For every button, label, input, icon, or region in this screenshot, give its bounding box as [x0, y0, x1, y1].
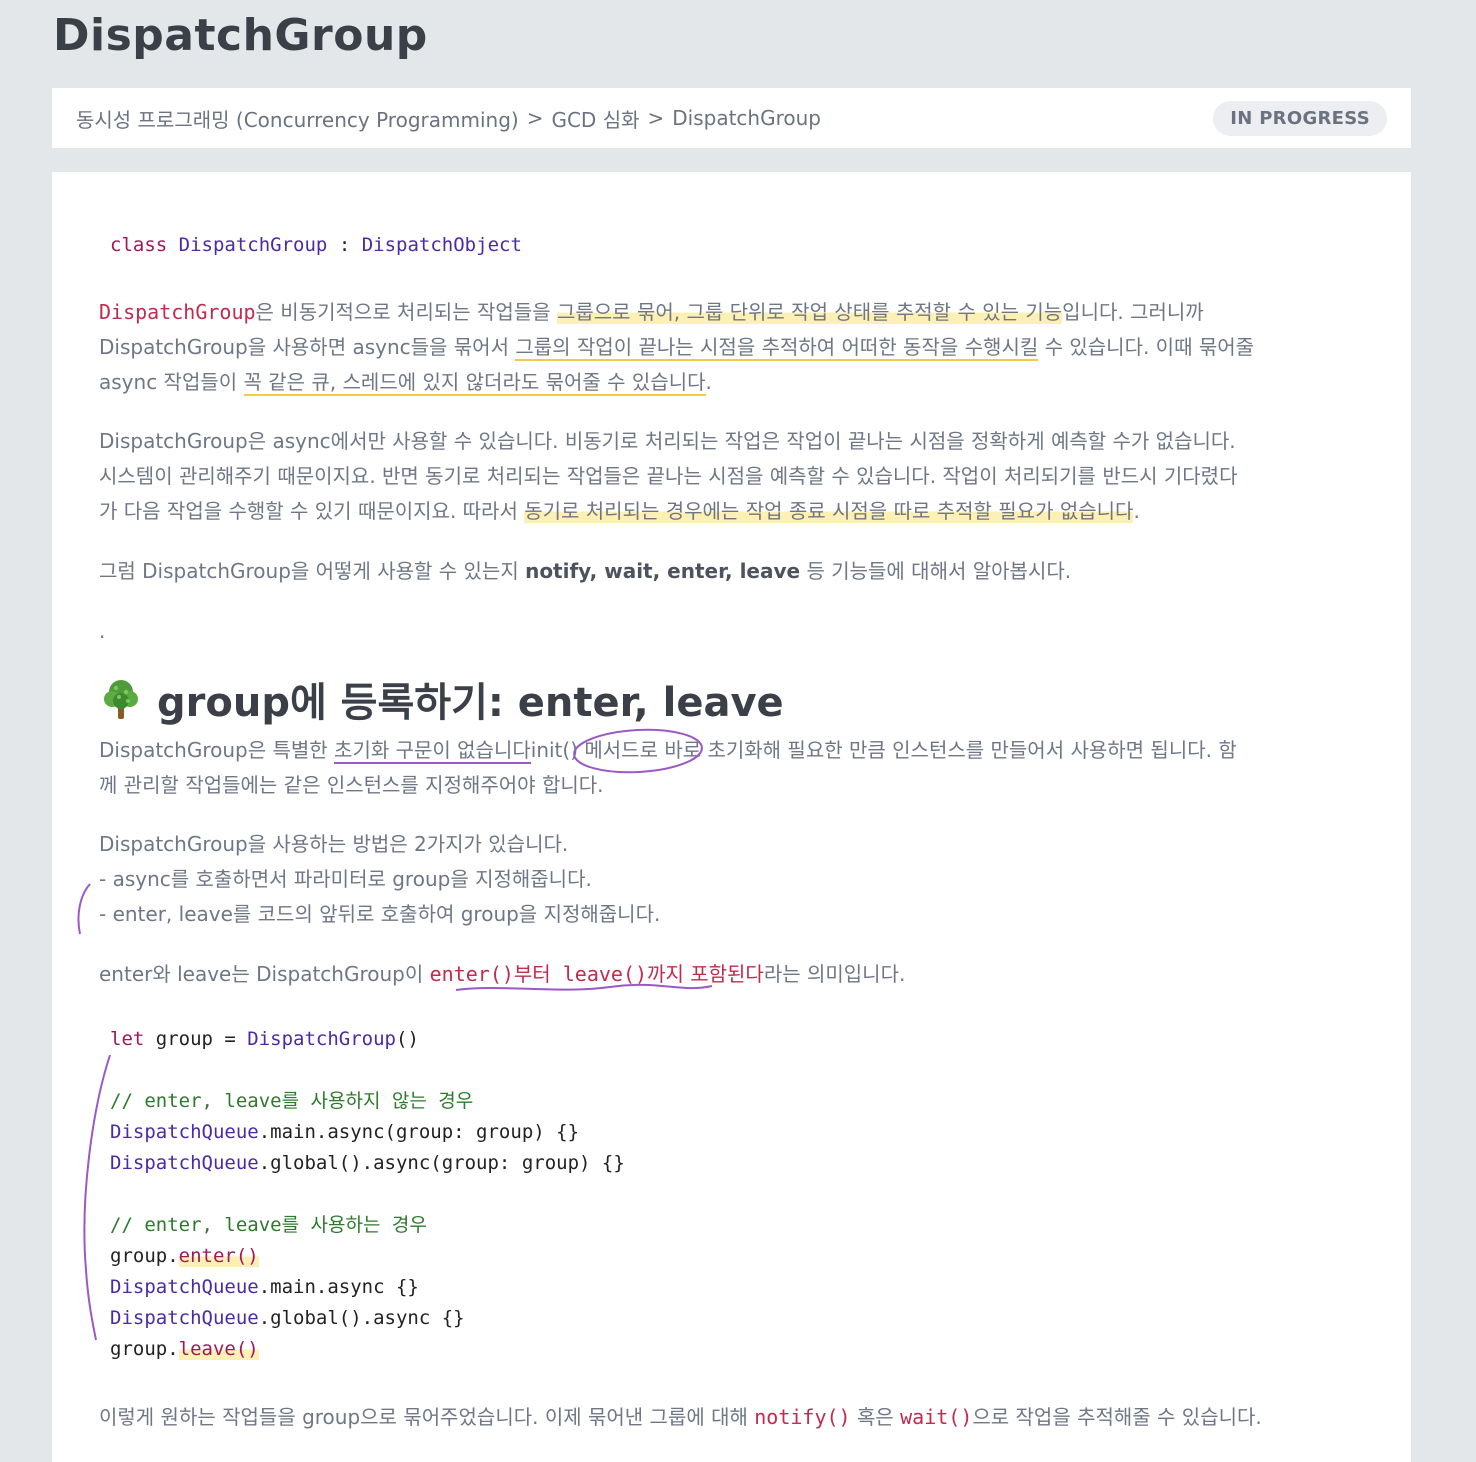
text: enter와 leave는 DispatchGroup이 [99, 962, 430, 986]
async-paragraph: DispatchGroup은 async에서만 사용할 수 있습니다. 비동기로… [99, 424, 1369, 529]
code-type: DispatchQueue [110, 1121, 259, 1143]
code-line: DispatchQueue.global().async(group: grou… [110, 1148, 625, 1179]
inline-code: notify() [754, 1405, 851, 1429]
declaration-code: class DispatchGroup : DispatchObject [99, 230, 522, 261]
intro-line-1: DispatchGroup은 비동기적으로 처리되는 작업들을 그룹으로 묶어,… [99, 295, 1369, 330]
functions-paragraph: 그럼 DispatchGroup을 어떻게 사용할 수 있는지 notify, … [99, 554, 1369, 589]
code-line: DispatchQueue.global().async {} [110, 1303, 625, 1334]
text: 라는 의미입니다. [763, 962, 906, 986]
code-text: group. [110, 1245, 179, 1267]
section-heading-text: group에 등록하기: enter, leave [157, 680, 784, 726]
highlight: leave() [178, 1338, 259, 1360]
code-keyword: class [110, 234, 168, 256]
code-text: group = [144, 1028, 248, 1050]
breadcrumb-item-gcd[interactable]: GCD 심화 [551, 104, 639, 133]
code-text: .global().async {} [258, 1307, 465, 1329]
highlight: 동기로 처리되는 경우에는 작업 종료 시점을 따로 추적할 필요가 없습니다 [524, 499, 1134, 523]
tree-icon [104, 680, 138, 719]
underline: 초기화 구문이 없습니다 [334, 738, 531, 764]
intro-paragraph: DispatchGroup은 비동기적으로 처리되는 작업들을 그룹으로 묶어,… [99, 295, 1369, 400]
code-colon: : [338, 234, 351, 256]
methods-paragraph: DispatchGroup을 사용하는 방법은 2가지가 있습니다. - asy… [99, 827, 1369, 932]
para2-line-2: 시스템이 관리해주기 때문이지요. 반면 동기로 처리되는 작업들은 끝나는 시… [99, 464, 1238, 488]
code-line: DispatchQueue.main.async {} [110, 1272, 625, 1303]
init-paragraph: DispatchGroup은 특별한 초기화 구문이 없습니다init() 메서… [99, 733, 1369, 803]
intro-line-3: async 작업들이 꼭 같은 큐, 스레드에 있지 않더라도 묶어줄 수 있습… [99, 365, 1369, 400]
spacer-dot: . [99, 619, 106, 643]
text: async 작업들이 [99, 370, 244, 394]
underline: 그룹의 작업이 끝나는 시점을 추적하여 어떠한 동작을 수행시킬 [515, 335, 1039, 361]
highlight: enter() [178, 1245, 259, 1267]
breadcrumb-bar: 동시성 프로그래밍 (Concurrency Programming) > GC… [52, 88, 1411, 148]
highlight: 그룹으로 묶어, 그룹 단위로 작업 상태를 추적할 수 있는 기능 [556, 300, 1063, 324]
code-type: DispatchQueue [110, 1152, 259, 1174]
code-type: DispatchGroup [247, 1028, 396, 1050]
code-comment: // enter, leave를 사용하는 경우 [110, 1214, 427, 1236]
para2-line-3: 가 다음 작업을 수행할 수 있기 때문이지요. 따라서 동기로 처리되는 경우… [99, 494, 1369, 529]
text: 이렇게 원하는 작업들을 group으로 묶어주었습니다. 이제 묶어낸 그룹에… [99, 1405, 755, 1429]
underline: 꼭 같은 큐, 스레드에 있지 않더라도 묶어줄 수 있습니다 [243, 370, 706, 396]
page-title: DispatchGroup [53, 10, 428, 61]
intro-line-2: DispatchGroup을 사용하면 async들을 묶어서 그룹의 작업이 … [99, 330, 1369, 365]
content-area: class DispatchGroup : DispatchObject Dis… [52, 172, 1411, 1462]
code-example: let group = DispatchGroup() // enter, le… [99, 1024, 625, 1365]
code-type: DispatchQueue [110, 1307, 259, 1329]
text: 으로 작업을 추적해줄 수 있습니다. [972, 1405, 1262, 1429]
text: 입니다. 그러니까 [1062, 300, 1204, 324]
bold-text: notify, wait, enter, leave [525, 559, 801, 583]
breadcrumb-item-concurrency[interactable]: 동시성 프로그래밍 (Concurrency Programming) [76, 104, 519, 133]
inline-code: DispatchGroup [99, 300, 256, 324]
text: . [1133, 499, 1140, 523]
para5-line-3: - enter, leave를 코드의 앞뒤로 호출하여 group을 지정해줍… [99, 902, 661, 926]
text: DispatchGroup을 사용하면 async들을 묶어서 [99, 335, 516, 359]
code-line: let group = DispatchGroup() [110, 1024, 625, 1055]
code-text: group. [110, 1338, 179, 1360]
summary-paragraph: 이렇게 원하는 작업들을 group으로 묶어주었습니다. 이제 묶어낸 그룹에… [99, 1400, 1379, 1435]
code-text: .global().async(group: group) {} [258, 1152, 625, 1174]
circled-text: init() 메서드 [530, 738, 640, 762]
breadcrumb-separator: > [526, 106, 544, 130]
breadcrumb-item-current: DispatchGroup [672, 106, 821, 130]
code-type: DispatchQueue [110, 1276, 259, 1298]
breadcrumb: 동시성 프로그래밍 (Concurrency Programming) > GC… [76, 104, 821, 133]
inline-code: wait() [900, 1405, 973, 1429]
text: 혹은 [850, 1405, 901, 1429]
code-type: DispatchGroup [178, 234, 328, 256]
para5-line-1: DispatchGroup을 사용하는 방법은 2가지가 있습니다. [99, 832, 569, 856]
code-line: group.enter() [110, 1241, 625, 1272]
text: 은 비동기적으로 처리되는 작업들을 [255, 300, 557, 324]
code-parent-type: DispatchObject [361, 234, 522, 256]
code-text: .main.async(group: group) {} [258, 1121, 580, 1143]
text: DispatchGroup은 특별한 [99, 738, 335, 762]
para4-line-2: 께 관리할 작업들에는 같은 인스턴스를 지정해주어야 합니다. [99, 773, 604, 797]
code-keyword: let [110, 1028, 145, 1050]
section-heading: group에 등록하기: enter, leave [99, 670, 784, 728]
code-comment: // enter, leave를 사용하지 않는 경우 [110, 1090, 474, 1112]
enter-leave-paragraph: enter와 leave는 DispatchGroup이 enter()부터 l… [99, 957, 1369, 992]
text: 가 다음 작업을 수행할 수 있기 때문이지요. 따라서 [99, 499, 525, 523]
red-text: 포함된다 [690, 962, 764, 986]
inline-code: enter()부터 leave()까지 [429, 962, 684, 986]
para5-line-2: - async를 호출하면서 파라미터로 group을 지정해줍니다. [99, 867, 592, 891]
code-line: DispatchQueue.main.async(group: group) {… [110, 1117, 625, 1148]
para2-line-1: DispatchGroup은 async에서만 사용할 수 있습니다. 비동기로… [99, 429, 1236, 453]
breadcrumb-separator: > [647, 106, 665, 130]
code-text: .main.async {} [258, 1276, 419, 1298]
text: 로 바로 초기화해 필요한 만큼 인스턴스를 만들어서 사용하면 됩니다. 함 [639, 738, 1237, 762]
code-text: () [396, 1028, 419, 1050]
text: 그럼 DispatchGroup을 어떻게 사용할 수 있는지 [99, 559, 526, 583]
para4-line-1: DispatchGroup은 특별한 초기화 구문이 없습니다init() 메서… [99, 733, 1369, 768]
text: 수 있습니다. 이때 묶어줄 [1038, 335, 1255, 359]
status-badge: IN PROGRESS [1213, 100, 1387, 136]
code-line: group.leave() [110, 1334, 625, 1365]
text: . [705, 370, 712, 394]
text: 등 기능들에 대해서 알아봅시다. [800, 559, 1072, 583]
